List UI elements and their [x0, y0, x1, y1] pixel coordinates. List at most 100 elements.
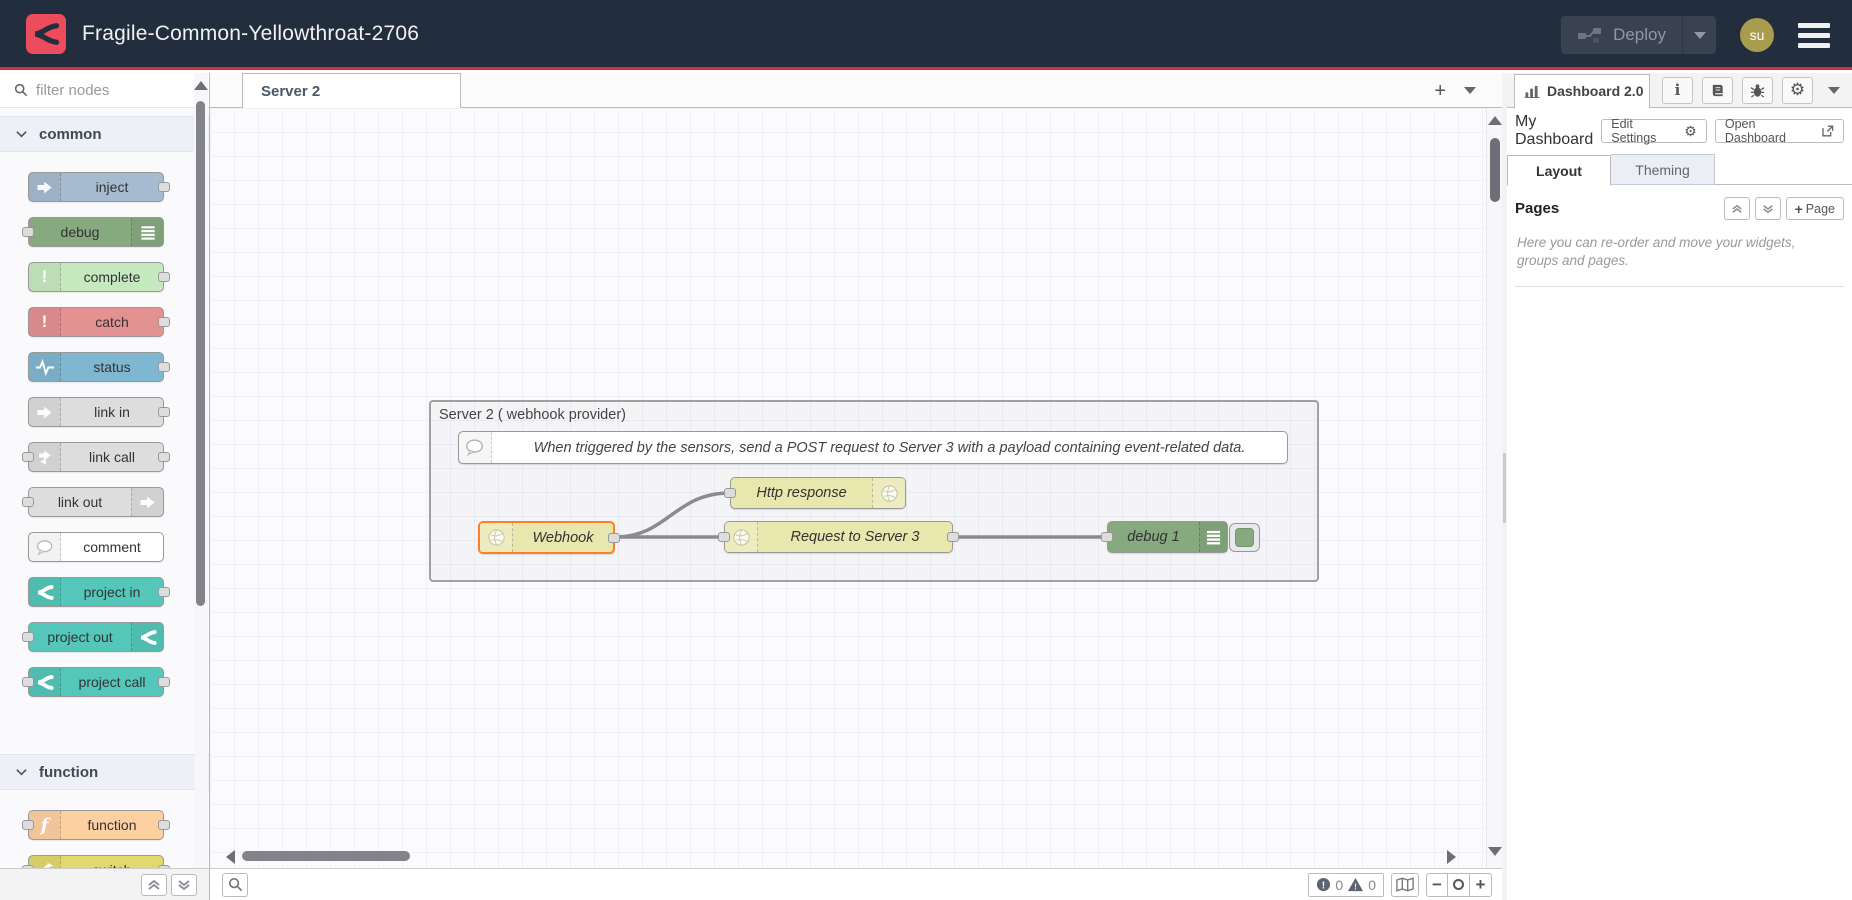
debug-node-label: debug 1: [1108, 522, 1199, 552]
debug-node[interactable]: debug 1: [1107, 521, 1228, 553]
sidebar-menu-chevron-icon[interactable]: [1828, 87, 1840, 94]
scroll-down-icon[interactable]: [1488, 847, 1502, 856]
main-menu-button[interactable]: [1798, 23, 1830, 48]
dashboard-title: My Dashboard: [1515, 113, 1593, 149]
config-tab-button[interactable]: ⚙: [1782, 77, 1813, 104]
deploy-options-button[interactable]: [1682, 16, 1716, 54]
palette-node-complete[interactable]: !complete: [28, 262, 164, 292]
palette-node-comment[interactable]: comment: [28, 532, 164, 562]
tab-layout[interactable]: Layout: [1507, 155, 1611, 186]
node-port-out[interactable]: [947, 532, 959, 542]
book-icon: [1710, 83, 1725, 98]
palette-category-function[interactable]: function: [0, 754, 209, 790]
chevron-down-icon: [1694, 32, 1706, 39]
minimap-toggle-button[interactable]: [1391, 873, 1419, 897]
node-port-out[interactable]: [158, 317, 170, 327]
workspace-tabbar: Server 2 +: [210, 73, 1502, 108]
v-scrollbar-thumb[interactable]: [1490, 138, 1500, 202]
zoom-reset-button[interactable]: [1448, 873, 1470, 897]
sidebar-tab-dashboard[interactable]: Dashboard 2.0: [1514, 74, 1650, 109]
instance-title: Fragile-Common-Yellowthroat-2706: [82, 22, 419, 46]
node-port-out[interactable]: [158, 820, 170, 830]
palette-node-link-call[interactable]: link call: [28, 442, 164, 472]
edit-settings-button[interactable]: Edit Settings ⚙: [1601, 119, 1707, 143]
palette-node-link-out[interactable]: link out: [28, 487, 164, 517]
node-port-out[interactable]: [158, 272, 170, 282]
palette-node-link-in[interactable]: link in: [28, 397, 164, 427]
node-port-out[interactable]: [158, 362, 170, 372]
palette-filter[interactable]: filter nodes: [0, 73, 209, 108]
branch-icon: [131, 623, 163, 651]
zoom-out-button[interactable]: −: [1426, 873, 1448, 897]
info-tab-button[interactable]: i: [1662, 77, 1693, 104]
node-port-in[interactable]: [724, 488, 736, 498]
palette-node-debug[interactable]: debug: [28, 217, 164, 247]
node-port-in[interactable]: [22, 497, 34, 507]
warning-count: 0: [1368, 877, 1376, 893]
user-avatar[interactable]: su: [1740, 18, 1774, 52]
help-tab-button[interactable]: [1702, 77, 1733, 104]
node-port-out[interactable]: [158, 407, 170, 417]
add-page-button[interactable]: +Page: [1786, 197, 1844, 220]
request-to-server3-node[interactable]: Request to Server 3: [724, 521, 953, 553]
flow-canvas[interactable]: Server 2 ( webhook provider) When trigge…: [210, 108, 1486, 868]
palette-scrollbar-thumb[interactable]: [196, 101, 205, 606]
scroll-right-icon[interactable]: [1447, 850, 1456, 864]
notification-counts[interactable]: ! 0 ! 0: [1308, 873, 1384, 897]
comment-node[interactable]: When triggered by the sensors, send a PO…: [458, 431, 1288, 464]
palette-category-label: common: [39, 126, 102, 143]
node-port-out[interactable]: [158, 452, 170, 462]
scroll-up-icon[interactable]: [1488, 116, 1502, 125]
node-port-out[interactable]: [158, 677, 170, 687]
open-dashboard-button[interactable]: Open Dashboard: [1715, 119, 1844, 143]
webhook-node[interactable]: Webhook: [478, 521, 615, 554]
node-port-in[interactable]: [22, 820, 34, 830]
palette-node-switch[interactable]: switch: [28, 855, 164, 868]
collapse-all-categories-button[interactable]: [141, 874, 167, 896]
palette-category-common[interactable]: common: [0, 116, 209, 152]
node-port-in[interactable]: [22, 227, 34, 237]
scroll-up-icon[interactable]: [194, 81, 208, 90]
palette-node-label: status: [61, 353, 163, 381]
zoom-in-button[interactable]: +: [1470, 873, 1492, 897]
deploy-button[interactable]: Deploy: [1561, 16, 1716, 54]
flow-tab-server-2[interactable]: Server 2: [242, 73, 461, 108]
canvas-horizontal-scrollbar[interactable]: [210, 849, 1486, 863]
chevron-down-icon: [16, 130, 27, 138]
node-port-out[interactable]: [158, 182, 170, 192]
flow-list-chevron-icon[interactable]: [1464, 87, 1476, 94]
node-port-in[interactable]: [22, 632, 34, 642]
debug-tab-button[interactable]: [1742, 77, 1773, 104]
node-port-in[interactable]: [1101, 532, 1113, 542]
palette-node-function[interactable]: ffunction: [28, 810, 164, 840]
move-down-button[interactable]: [1755, 197, 1781, 220]
node-port-in[interactable]: [718, 532, 730, 542]
search-icon: [14, 83, 28, 97]
palette-footer: [0, 868, 209, 900]
palette-node-label: catch: [61, 308, 163, 336]
node-port-in[interactable]: [22, 452, 34, 462]
scroll-left-icon[interactable]: [226, 850, 235, 864]
palette-node-project-out[interactable]: project out: [28, 622, 164, 652]
h-scrollbar-thumb[interactable]: [242, 851, 410, 861]
palette-node-catch[interactable]: !catch: [28, 307, 164, 337]
palette-node-status[interactable]: status: [28, 352, 164, 382]
canvas-vertical-scrollbar[interactable]: [1486, 108, 1502, 868]
palette-node-inject[interactable]: inject: [28, 172, 164, 202]
palette-node-project-call[interactable]: project call: [28, 667, 164, 697]
palette-scrollbar[interactable]: [194, 73, 208, 900]
http-response-node-label: Http response: [731, 478, 872, 508]
tab-theming[interactable]: Theming: [1611, 154, 1715, 185]
move-up-button[interactable]: [1724, 197, 1750, 220]
palette-node-project-in[interactable]: project in: [28, 577, 164, 607]
node-port-out[interactable]: [158, 587, 170, 597]
arrow-in-icon: [29, 173, 61, 201]
search-flows-button[interactable]: [222, 873, 248, 897]
add-flow-button[interactable]: +: [1434, 81, 1446, 101]
node-port-in[interactable]: [22, 677, 34, 687]
node-port-out[interactable]: [608, 533, 620, 543]
http-response-node[interactable]: Http response: [730, 477, 906, 509]
expand-all-categories-button[interactable]: [171, 874, 197, 896]
pages-help-text: Here you can re-order and move your widg…: [1507, 220, 1852, 270]
debug-enable-toggle[interactable]: [1229, 523, 1260, 552]
